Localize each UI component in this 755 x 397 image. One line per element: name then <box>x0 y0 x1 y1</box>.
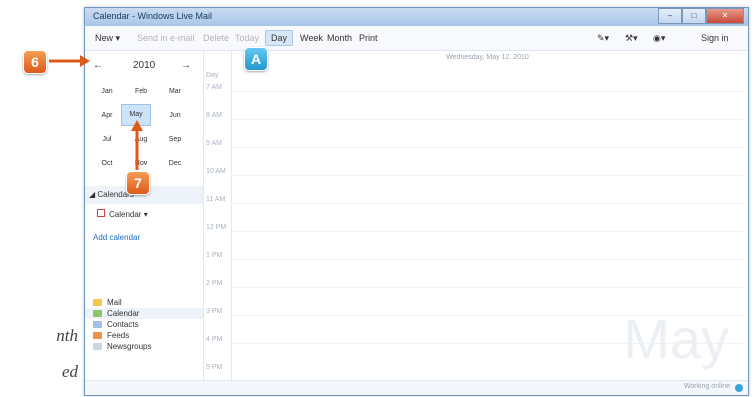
callout-7: 7 <box>126 171 150 195</box>
arrow-7-head <box>131 120 143 131</box>
callout-6: 6 <box>23 50 47 74</box>
arrow-6-head <box>80 55 90 67</box>
callout-a: A <box>244 47 268 71</box>
callout-arrows <box>49 55 143 170</box>
